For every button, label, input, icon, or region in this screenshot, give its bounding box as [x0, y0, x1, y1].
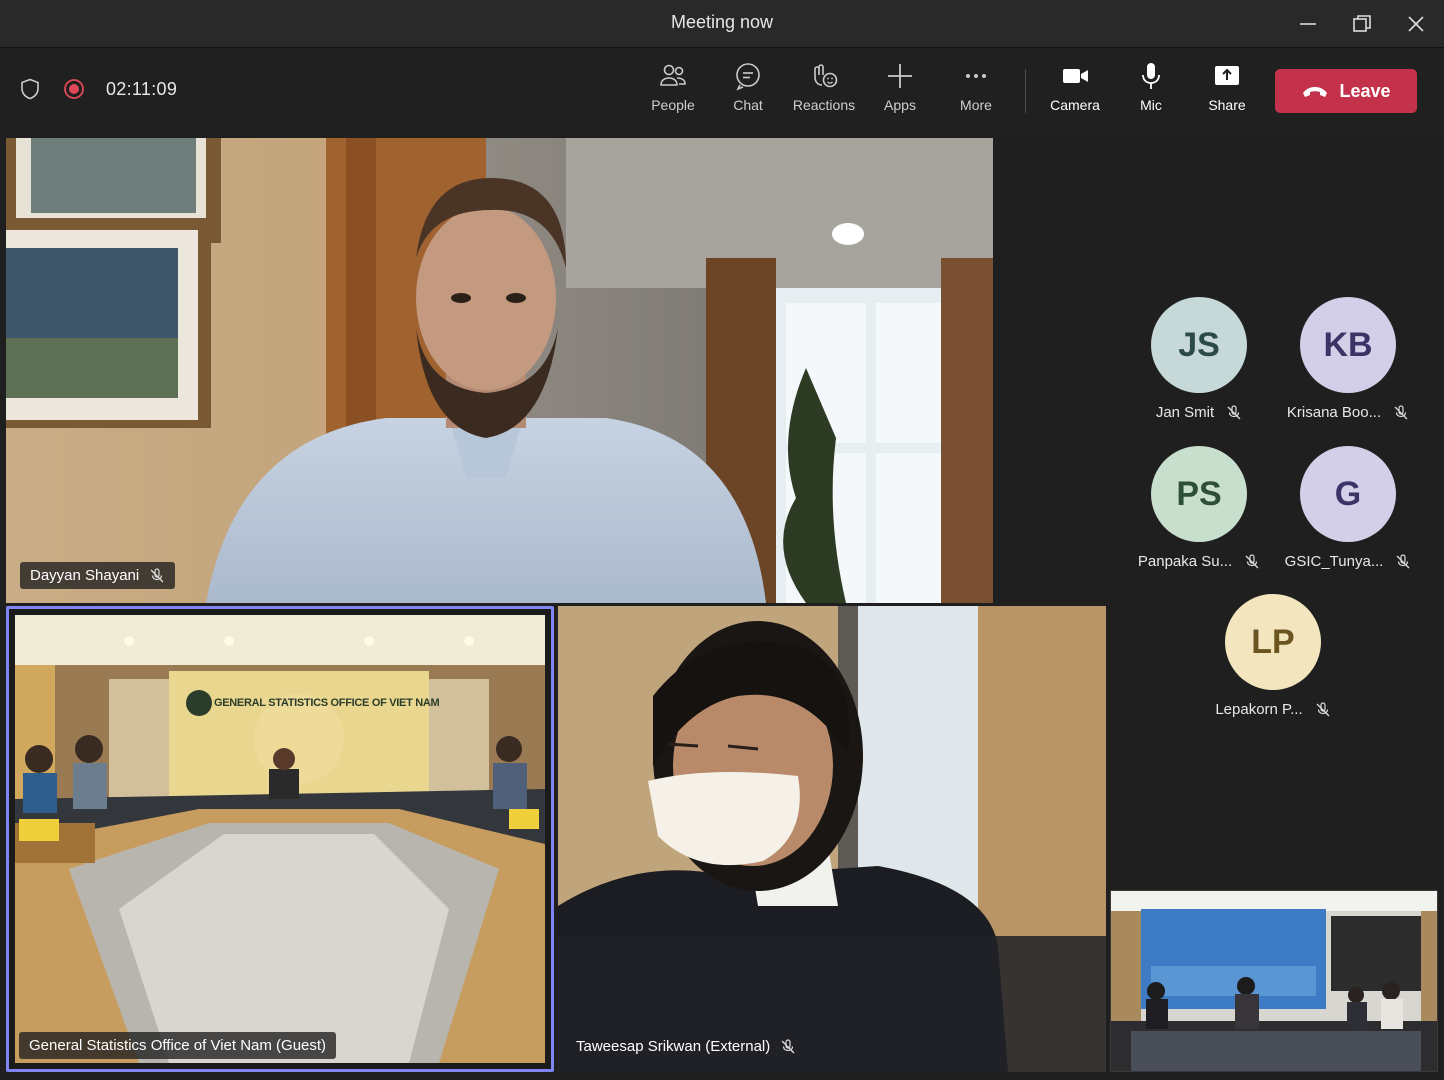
- people-button[interactable]: People: [638, 61, 708, 125]
- share-label: Share: [1208, 97, 1246, 113]
- video-tile-third[interactable]: Taweesap Srikwan (External): [558, 606, 1106, 1072]
- mic-off-icon: [1316, 701, 1330, 716]
- avatar-initials: KB: [1323, 325, 1373, 364]
- more-button[interactable]: More: [941, 61, 1011, 125]
- share-icon: [1215, 66, 1239, 85]
- reactions-label: Reactions: [792, 97, 856, 113]
- participant-name: Dayyan Shayani: [30, 567, 140, 584]
- participant-name-lp: Lepakorn P...: [1198, 701, 1348, 718]
- name-label-third: Taweesap Srikwan (External): [566, 1033, 806, 1060]
- close-button[interactable]: [1396, 8, 1436, 40]
- reactions-icon: [814, 64, 838, 88]
- toolbar-divider: [1025, 69, 1026, 113]
- name-label-main: Dayyan Shayani: [20, 562, 176, 589]
- leave-button[interactable]: Leave: [1275, 69, 1417, 113]
- avatar-initials: JS: [1178, 325, 1220, 364]
- chat-label: Chat: [733, 97, 763, 113]
- restore-icon: [1353, 15, 1371, 32]
- participant-avatar-js[interactable]: JS: [1151, 297, 1247, 393]
- more-label: More: [960, 97, 992, 113]
- more-icon: [966, 74, 986, 78]
- name-label-room: General Statistics Office of Viet Nam (G…: [19, 1032, 337, 1059]
- video-feed-third: [558, 606, 1106, 1072]
- mic-icon: [1142, 63, 1160, 89]
- hang-up-icon: [1303, 87, 1328, 97]
- participant-avatar-ps[interactable]: PS: [1151, 446, 1247, 542]
- mic-button[interactable]: Mic: [1116, 61, 1186, 125]
- mic-off-icon: [1394, 404, 1408, 419]
- self-view-tile[interactable]: [1110, 890, 1438, 1072]
- camera-button[interactable]: Camera: [1040, 61, 1110, 125]
- video-feed-main: [6, 138, 993, 603]
- title-bar: Meeting now: [0, 0, 1444, 48]
- chat-button[interactable]: Chat: [713, 61, 783, 125]
- share-button[interactable]: Share: [1192, 61, 1262, 125]
- participant-avatar-kb[interactable]: KB: [1300, 297, 1396, 393]
- video-stage: Dayyan Shayani JS Jan Smit KB Krisana Bo…: [0, 134, 1444, 1080]
- apps-label: Apps: [884, 97, 916, 113]
- video-tile-main[interactable]: Dayyan Shayani: [6, 138, 993, 603]
- people-label: People: [651, 97, 695, 113]
- chat-icon: [736, 63, 760, 91]
- recording-icon: [64, 79, 84, 99]
- participant-name: Taweesap Srikwan (External): [576, 1038, 771, 1055]
- plus-icon: [888, 64, 912, 88]
- video-tile-room[interactable]: GENERAL STATISTICS OFFICE OF VIET NAM Ge…: [6, 606, 554, 1072]
- participant-name-ps: Panpaka Su...: [1124, 553, 1274, 570]
- video-feed-self: [1111, 891, 1437, 1071]
- avatar-initials: PS: [1176, 474, 1222, 513]
- meeting-info: 02:11:09: [18, 77, 177, 101]
- participant-name-kb: Krisana Boo...: [1273, 404, 1423, 421]
- restore-button[interactable]: [1342, 8, 1382, 40]
- minimize-icon: [1300, 23, 1316, 25]
- mic-off-icon: [1245, 553, 1259, 568]
- participant-avatar-g[interactable]: G: [1300, 446, 1396, 542]
- mic-off-icon: [781, 1038, 795, 1053]
- meeting-timer: 02:11:09: [106, 78, 178, 99]
- close-icon: [1408, 16, 1424, 32]
- participant-name-js: Jan Smit: [1124, 404, 1274, 421]
- avatar-initials: LP: [1251, 622, 1295, 661]
- camera-label: Camera: [1050, 97, 1100, 113]
- shield-icon[interactable]: [18, 77, 42, 101]
- window-title: Meeting now: [670, 12, 774, 32]
- meeting-toolbar: 02:11:09 People Chat Reactions Apps More…: [0, 49, 1444, 133]
- leave-label: Leave: [1339, 80, 1391, 101]
- video-feed-room: [9, 609, 551, 1069]
- mic-off-icon: [150, 567, 164, 582]
- apps-button[interactable]: Apps: [865, 61, 935, 125]
- people-icon: [660, 64, 686, 86]
- minimize-button[interactable]: [1288, 8, 1328, 40]
- camera-icon: [1063, 69, 1088, 83]
- mic-off-icon: [1227, 404, 1241, 419]
- mic-label: Mic: [1140, 97, 1162, 113]
- mic-off-icon: [1396, 553, 1410, 568]
- participant-name: General Statistics Office of Viet Nam (G…: [29, 1037, 327, 1054]
- participant-name-g: GSIC_Tunya...: [1273, 553, 1423, 570]
- room-banner: GENERAL STATISTICS OFFICE OF VIET NAM: [214, 697, 440, 709]
- participant-avatar-lp[interactable]: LP: [1225, 594, 1321, 690]
- reactions-button[interactable]: Reactions: [789, 61, 859, 125]
- avatar-initials: G: [1334, 474, 1362, 513]
